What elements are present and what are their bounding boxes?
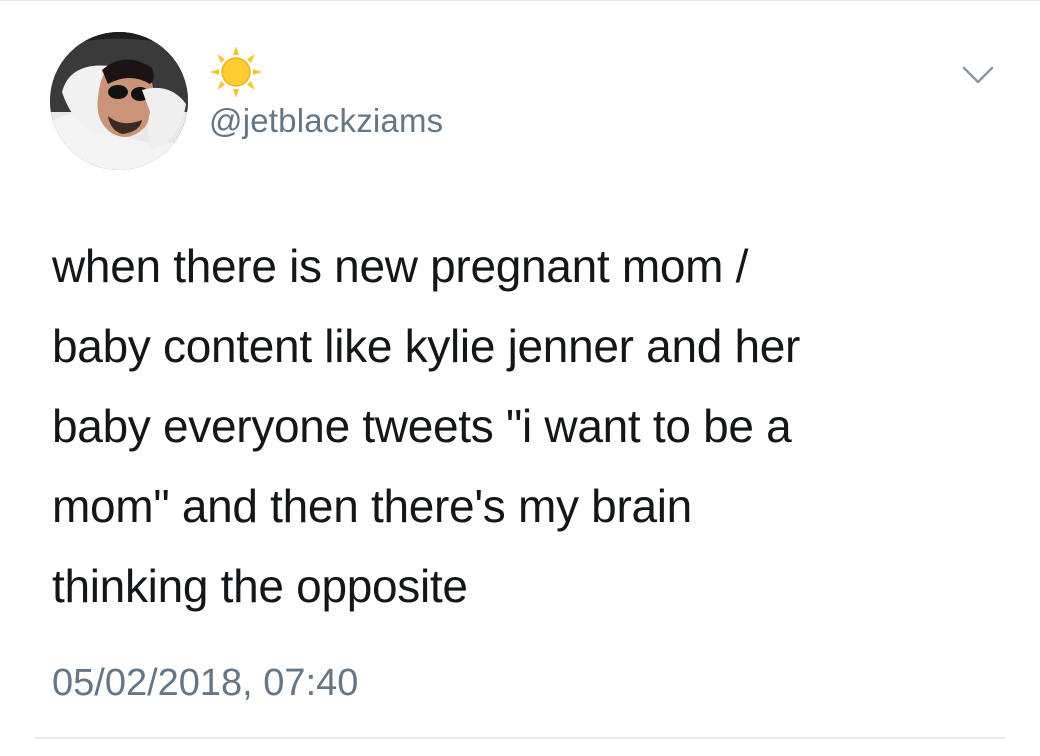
- tweet-text-line: mom" and then there's my brain: [52, 480, 692, 532]
- tweet-text-line: baby everyone tweets "i want to be a: [52, 400, 792, 452]
- top-divider: [0, 0, 1040, 1]
- tweet-card: @jetblackziams when there is new pregnan…: [0, 0, 1040, 756]
- sun-emoji-icon: [208, 46, 264, 98]
- tweet-text-line: thinking the opposite: [52, 560, 468, 612]
- tweet-text: when there is new pregnant mom / baby co…: [52, 226, 1012, 626]
- avatar-photo-icon: [50, 32, 188, 170]
- user-handle[interactable]: @jetblackziams: [209, 102, 443, 140]
- tweet-text-line: baby content like kylie jenner and her: [52, 320, 801, 372]
- chevron-down-icon[interactable]: [960, 62, 996, 88]
- tweet-timestamp[interactable]: 05/02/2018, 07:40: [52, 662, 358, 705]
- bottom-divider: [34, 737, 1006, 739]
- avatar[interactable]: [50, 32, 188, 170]
- tweet-text-line: when there is new pregnant mom /: [52, 240, 749, 292]
